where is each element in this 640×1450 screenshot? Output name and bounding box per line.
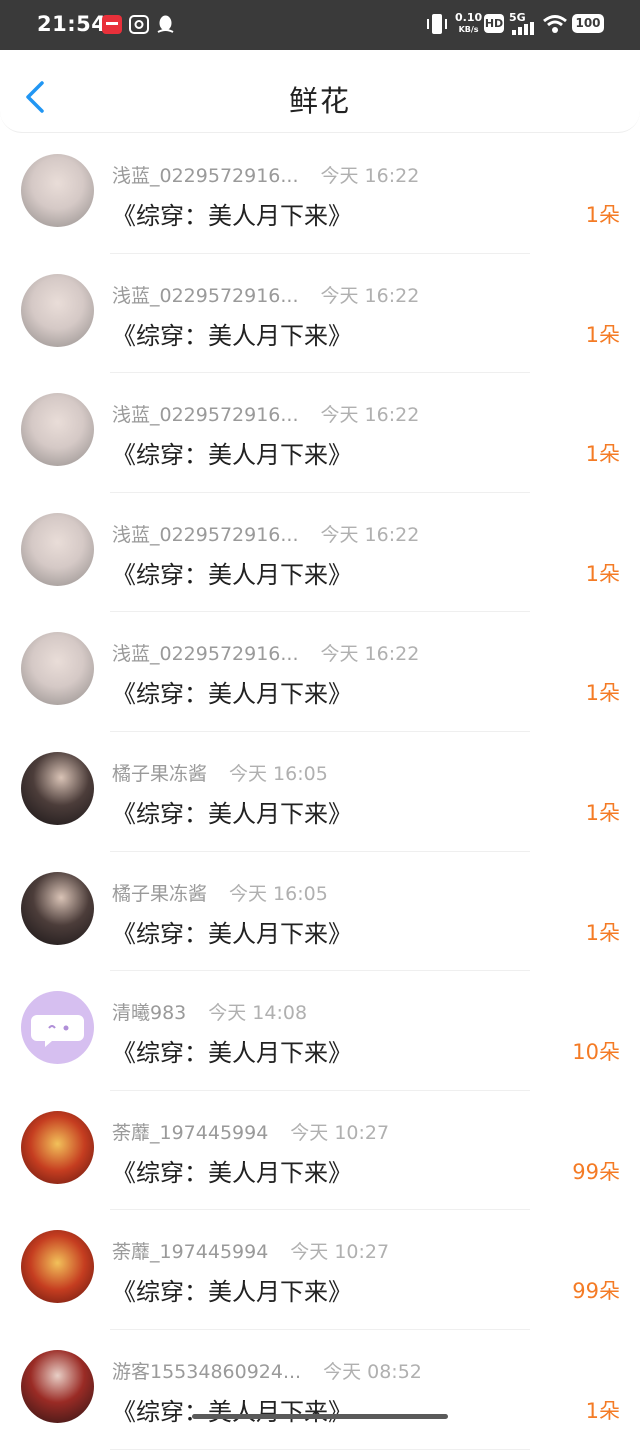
divider xyxy=(110,1448,530,1450)
book-title: 《综穿：美人月下来》 xyxy=(112,202,352,230)
timestamp: 今天 16:22 xyxy=(320,643,420,666)
user-name[interactable]: 橘子果冻酱 xyxy=(112,759,207,786)
row-meta: 橘子果冻酱 今天 16:05 xyxy=(112,879,328,906)
timestamp: 今天 10:27 xyxy=(290,1121,390,1144)
timestamp: 今天 08:52 xyxy=(323,1360,422,1383)
list-item[interactable]: 橘子果冻酱 今天 16:05 《综穿：美人月下来》 1朵 xyxy=(0,732,640,852)
book-title: 《综穿：美人月下来》 xyxy=(112,919,352,948)
row-meta: 浅蓝_0229572916... 今天 16:22 xyxy=(112,520,419,547)
chat-bubble-icon xyxy=(31,1015,84,1048)
avatar[interactable] xyxy=(21,154,94,227)
home-indicator[interactable] xyxy=(192,1414,448,1419)
book-title: 《综穿：美人月下来》 xyxy=(112,799,352,828)
list-item[interactable]: 浅蓝_0229572916... 今天 16:22 《综穿：美人月下来》 1朵 xyxy=(0,612,640,732)
shopping-app-icon xyxy=(102,15,122,34)
flower-count: 1朵 xyxy=(585,681,620,706)
timestamp: 今天 14:08 xyxy=(208,1002,308,1025)
list-item[interactable]: 游客15534860924... 今天 08:52 《综穿：美人月下来》 1朵 xyxy=(0,1330,640,1450)
row-meta: 浅蓝_0229572916... 今天 16:22 xyxy=(112,400,419,427)
vibrate-icon xyxy=(427,14,447,34)
list-item[interactable]: 清曦983 今天 14:08 《综穿：美人月下来》 10朵 xyxy=(0,971,640,1091)
qq-icon xyxy=(157,15,174,33)
timestamp: 今天 10:27 xyxy=(290,1241,390,1264)
timestamp: 今天 16:05 xyxy=(229,882,328,905)
book-title: 《综穿：美人月下来》 xyxy=(112,680,352,709)
flower-count: 10朵 xyxy=(572,1040,620,1065)
avatar[interactable] xyxy=(21,512,94,586)
list-item[interactable]: 浅蓝_0229572916... 今天 16:22 《综穿：美人月下来》 1朵 xyxy=(0,134,640,254)
timestamp: 今天 16:22 xyxy=(320,404,420,427)
book-title: 《综穿：美人月下来》 xyxy=(112,1278,352,1307)
avatar[interactable] xyxy=(21,393,94,467)
mail-app-icon xyxy=(129,15,149,34)
flower-count: 1朵 xyxy=(585,203,620,227)
row-meta: 清曦983 今天 14:08 xyxy=(112,998,307,1025)
avatar[interactable] xyxy=(21,991,94,1065)
user-name[interactable]: 清曦983 xyxy=(112,998,186,1025)
flower-count: 1朵 xyxy=(585,322,620,347)
status-bar: 21:54 0.10 KB/s HD 5G 100 xyxy=(0,0,640,50)
user-name[interactable]: 橘子果冻酱 xyxy=(112,879,207,906)
wifi-icon xyxy=(543,15,567,33)
flower-list: 浅蓝_0229572916... 今天 16:22 《综穿：美人月下来》 1朵 浅蓝_0… xyxy=(0,134,640,1450)
signal-strength-icon xyxy=(512,22,534,35)
row-meta: 游客15534860924... 今天 08:52 xyxy=(112,1357,422,1384)
row-meta: 浅蓝_0229572916... 今天 16:22 xyxy=(112,161,419,188)
avatar[interactable] xyxy=(21,632,94,706)
status-time: 21:54 xyxy=(37,12,107,36)
page-title: 鲜花 xyxy=(288,84,351,118)
row-meta: 荼蘼_197445994 今天 10:27 xyxy=(112,1237,389,1264)
row-meta: 荼蘼_197445994 今天 10:27 xyxy=(112,1118,389,1145)
flower-count: 1朵 xyxy=(585,442,620,467)
page-header: 鲜花 xyxy=(0,50,640,133)
user-name[interactable]: 浅蓝_0229572916... xyxy=(112,281,299,308)
book-title: 《综穿：美人月下来》 xyxy=(112,560,352,589)
flower-count: 99朵 xyxy=(572,1159,620,1184)
hd-badge: HD xyxy=(484,14,504,33)
book-title: 《综穿：美人月下来》 xyxy=(112,321,352,350)
user-name[interactable]: 游客15534860924... xyxy=(112,1357,301,1384)
timestamp: 今天 16:05 xyxy=(229,762,328,785)
battery-indicator: 100 xyxy=(572,14,604,33)
timestamp: 今天 16:22 xyxy=(320,165,420,187)
list-item[interactable]: 荼蘼_197445994 今天 10:27 《综穿：美人月下来》 99朵 xyxy=(0,1091,640,1211)
avatar[interactable] xyxy=(21,1110,94,1184)
user-name[interactable]: 浅蓝_0229572916... xyxy=(112,400,299,427)
avatar[interactable] xyxy=(21,1230,94,1304)
timestamp: 今天 16:22 xyxy=(320,284,420,307)
flower-count: 99朵 xyxy=(572,1279,620,1304)
row-meta: 浅蓝_0229572916... 今天 16:22 xyxy=(112,639,419,666)
avatar[interactable] xyxy=(21,273,94,347)
list-item[interactable]: 浅蓝_0229572916... 今天 16:22 《综穿：美人月下来》 1朵 xyxy=(0,254,640,374)
list-item[interactable]: 荼蘼_197445994 今天 10:27 《综穿：美人月下来》 99朵 xyxy=(0,1210,640,1330)
list-item[interactable]: 浅蓝_0229572916... 今天 16:22 《综穿：美人月下来》 1朵 xyxy=(0,493,640,613)
flower-count: 1朵 xyxy=(585,561,620,586)
book-title: 《综穿：美人月下来》 xyxy=(112,441,352,470)
net-speed: 0.10 KB/s xyxy=(455,11,483,35)
user-name[interactable]: 浅蓝_0229572916... xyxy=(112,639,299,666)
list-item[interactable]: 橘子果冻酱 今天 16:05 《综穿：美人月下来》 1朵 xyxy=(0,852,640,972)
timestamp: 今天 16:22 xyxy=(320,523,420,546)
book-title: 《综穿：美人月下来》 xyxy=(112,1039,352,1068)
row-meta: 浅蓝_0229572916... 今天 16:22 xyxy=(112,281,419,308)
book-title: 《综穿：美人月下来》 xyxy=(112,1158,352,1187)
avatar[interactable] xyxy=(21,1349,94,1423)
user-name[interactable]: 浅蓝_0229572916... xyxy=(112,161,299,188)
user-name[interactable]: 荼蘼_197445994 xyxy=(112,1237,268,1264)
list-item[interactable]: 浅蓝_0229572916... 今天 16:22 《综穿：美人月下来》 1朵 xyxy=(0,373,640,493)
avatar[interactable] xyxy=(21,751,94,825)
flower-count: 1朵 xyxy=(585,1398,620,1423)
flower-count: 1朵 xyxy=(585,800,620,825)
avatar[interactable] xyxy=(21,871,94,945)
row-meta: 橘子果冻酱 今天 16:05 xyxy=(112,759,328,786)
user-name[interactable]: 荼蘼_197445994 xyxy=(112,1118,268,1145)
flower-count: 1朵 xyxy=(585,920,620,945)
user-name[interactable]: 浅蓝_0229572916... xyxy=(112,520,299,547)
